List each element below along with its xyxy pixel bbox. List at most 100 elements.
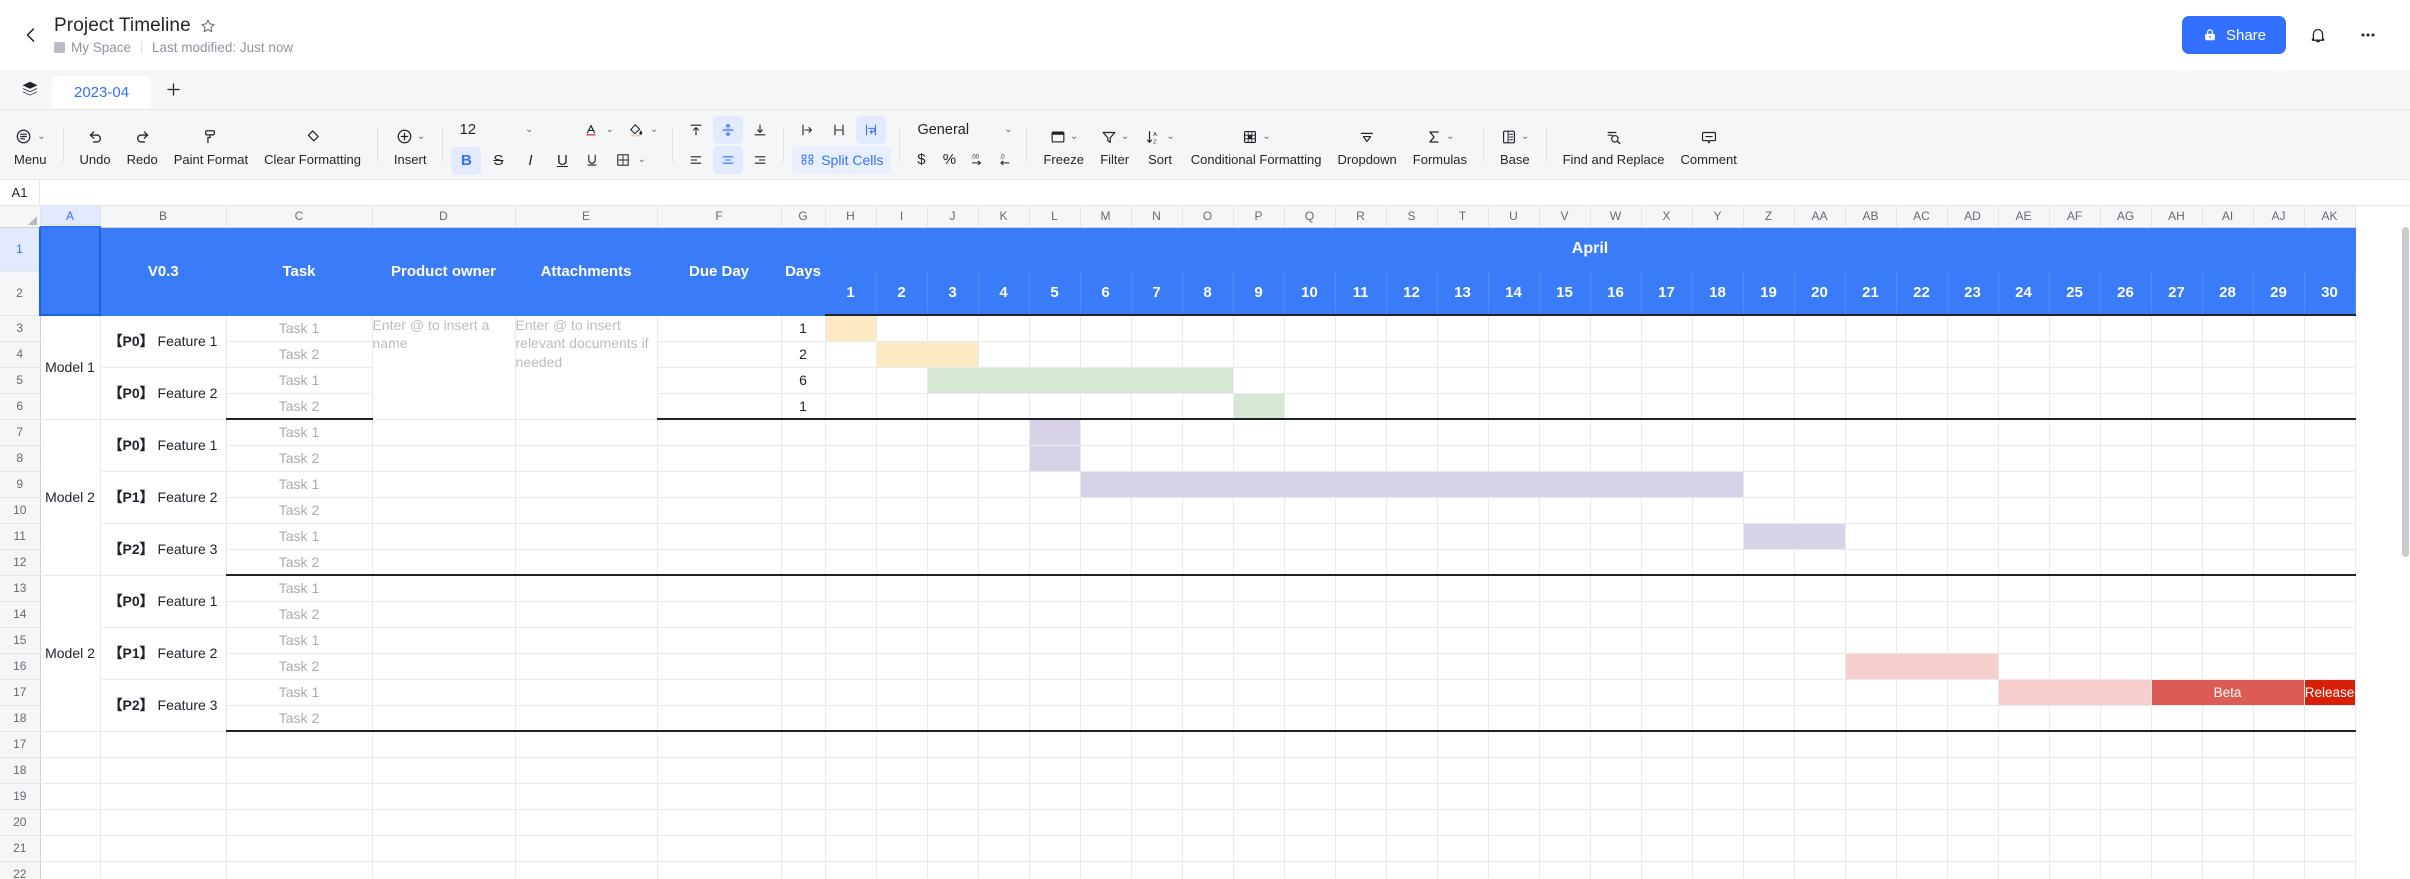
cell-day-9[interactable] (1233, 627, 1285, 654)
cell-empty[interactable] (1488, 783, 1540, 810)
cell-day-19[interactable] (1743, 653, 1795, 680)
cell-attachments[interactable] (515, 575, 658, 602)
table-row[interactable]: 5 【P0】 Feature 2 Task 16 (0, 367, 2356, 420)
cell-day-6[interactable] (1080, 497, 1132, 524)
name-box[interactable]: A1 (0, 180, 40, 205)
cell-day-8[interactable] (1182, 705, 1234, 732)
cell-day-2[interactable] (876, 471, 928, 498)
cell-day-12[interactable] (1386, 601, 1438, 628)
cell-day-16[interactable] (1590, 627, 1642, 654)
cell-day-25[interactable] (2049, 523, 2101, 550)
cell-day-27[interactable] (2151, 653, 2203, 680)
grid-table[interactable]: A B C D E F G H I J K L M N O P Q R S T U V W X Y Z AA AB AC AD AE AF AG… (0, 206, 2356, 879)
cell-day-4[interactable] (978, 627, 1030, 654)
cell-days[interactable] (781, 679, 826, 706)
cell-day-23[interactable] (1947, 341, 1999, 368)
cell-empty[interactable] (825, 731, 877, 758)
cell-empty[interactable] (372, 783, 516, 810)
cell-day-26[interactable] (2100, 601, 2152, 628)
cell-empty[interactable] (1641, 835, 1693, 862)
cell-empty[interactable] (2049, 757, 2101, 784)
cell-empty[interactable] (2253, 835, 2305, 862)
cell-empty[interactable] (825, 835, 877, 862)
cell-day-30[interactable] (2304, 497, 2356, 524)
cell-product-owner[interactable] (372, 575, 516, 602)
cell-day-21[interactable] (1845, 705, 1897, 732)
cell-empty[interactable] (1845, 835, 1897, 862)
cell-day-11[interactable] (1335, 679, 1387, 706)
cell-day-17[interactable] (1641, 315, 1693, 342)
cell-empty[interactable] (978, 757, 1030, 784)
cell-day-13[interactable] (1437, 315, 1489, 342)
cell-attachments[interactable] (515, 419, 658, 446)
table-row[interactable]: 7 Model 2 【P0】 Feature 1 Task 1 (0, 419, 2356, 576)
cell-day-12[interactable] (1386, 367, 1438, 394)
cell-day-2[interactable] (876, 601, 928, 628)
cell-empty[interactable] (1845, 757, 1897, 784)
cell-day-7[interactable] (1131, 575, 1183, 602)
cell-day-19[interactable] (1743, 315, 1795, 342)
cell-day-24[interactable] (1998, 367, 2050, 394)
cell-empty[interactable] (515, 861, 658, 879)
cell-task[interactable]: Task 2 (226, 497, 373, 524)
cell-product-owner[interactable] (372, 445, 516, 472)
cell-empty[interactable] (1386, 731, 1438, 758)
header-day-6[interactable]: 6 (1080, 271, 1132, 316)
cell-day-8[interactable] (1182, 445, 1234, 472)
cell-days[interactable]: 1 (781, 393, 826, 420)
cell-day-26[interactable] (2100, 627, 2152, 654)
cell-product-owner[interactable] (372, 627, 516, 654)
menu-button[interactable]: ⌄ Menu (6, 115, 55, 175)
cell-day-15[interactable] (1539, 497, 1591, 524)
cell-empty[interactable] (1539, 809, 1591, 836)
gantt-bar[interactable] (1080, 471, 1744, 498)
cell-day-14[interactable] (1488, 341, 1540, 368)
cell-days[interactable] (781, 497, 826, 524)
cell-day-19[interactable] (1743, 627, 1795, 654)
cell-day-22[interactable] (1896, 393, 1948, 420)
cell-day-15[interactable] (1539, 367, 1591, 394)
cell-day-10[interactable] (1284, 341, 1336, 368)
cell-day-11[interactable] (1335, 315, 1387, 342)
cell-empty[interactable] (1080, 783, 1132, 810)
cell-day-7[interactable] (1131, 679, 1183, 706)
align-middle-button[interactable] (713, 115, 744, 144)
cell-day-30[interactable] (2304, 471, 2356, 498)
cell-day-19[interactable] (1743, 601, 1795, 628)
cell-day-2[interactable] (876, 549, 928, 576)
align-top-button[interactable] (681, 116, 711, 144)
cell-days[interactable]: 2 (781, 341, 826, 368)
cell-day-30[interactable] (2304, 367, 2356, 394)
cell-attachments[interactable] (515, 653, 658, 680)
underline-alt-button[interactable] (577, 146, 607, 174)
cell-empty[interactable] (1692, 835, 1744, 862)
cell-days[interactable] (781, 549, 826, 576)
header-day-8[interactable]: 8 (1182, 271, 1234, 316)
cell-day-22[interactable] (1896, 419, 1948, 446)
cell-day-7[interactable] (1131, 627, 1183, 654)
cell-A1[interactable] (39, 226, 101, 316)
cell-day-14[interactable] (1488, 445, 1540, 472)
cell-day-10[interactable] (1284, 497, 1336, 524)
cell-empty[interactable] (657, 861, 782, 879)
cell-empty[interactable] (2253, 757, 2305, 784)
add-sheet-button[interactable] (151, 69, 195, 109)
cell-days[interactable] (781, 419, 826, 446)
cell-day-22[interactable] (1896, 315, 1948, 342)
cell-empty[interactable] (1080, 757, 1132, 784)
cell-day-8[interactable] (1182, 341, 1234, 368)
table-row[interactable]: 9 【P1】 Feature 2 Task 1 (0, 471, 2356, 524)
cell-product-owner[interactable] (372, 653, 516, 680)
cell-day-1[interactable] (825, 419, 877, 446)
cell-empty[interactable] (372, 731, 516, 758)
cell-day-29[interactable] (2253, 705, 2305, 732)
cell-day-11[interactable] (1335, 523, 1387, 550)
cell-day-15[interactable] (1539, 705, 1591, 732)
cell-empty[interactable] (1590, 783, 1642, 810)
header-day-24[interactable]: 24 (1998, 271, 2050, 316)
cell-day-23[interactable] (1947, 419, 1999, 446)
cell-day-20[interactable] (1794, 367, 1846, 394)
cell-empty[interactable] (226, 757, 373, 784)
cell-day-16[interactable] (1590, 367, 1642, 394)
cell-day-29[interactable] (2253, 315, 2305, 342)
